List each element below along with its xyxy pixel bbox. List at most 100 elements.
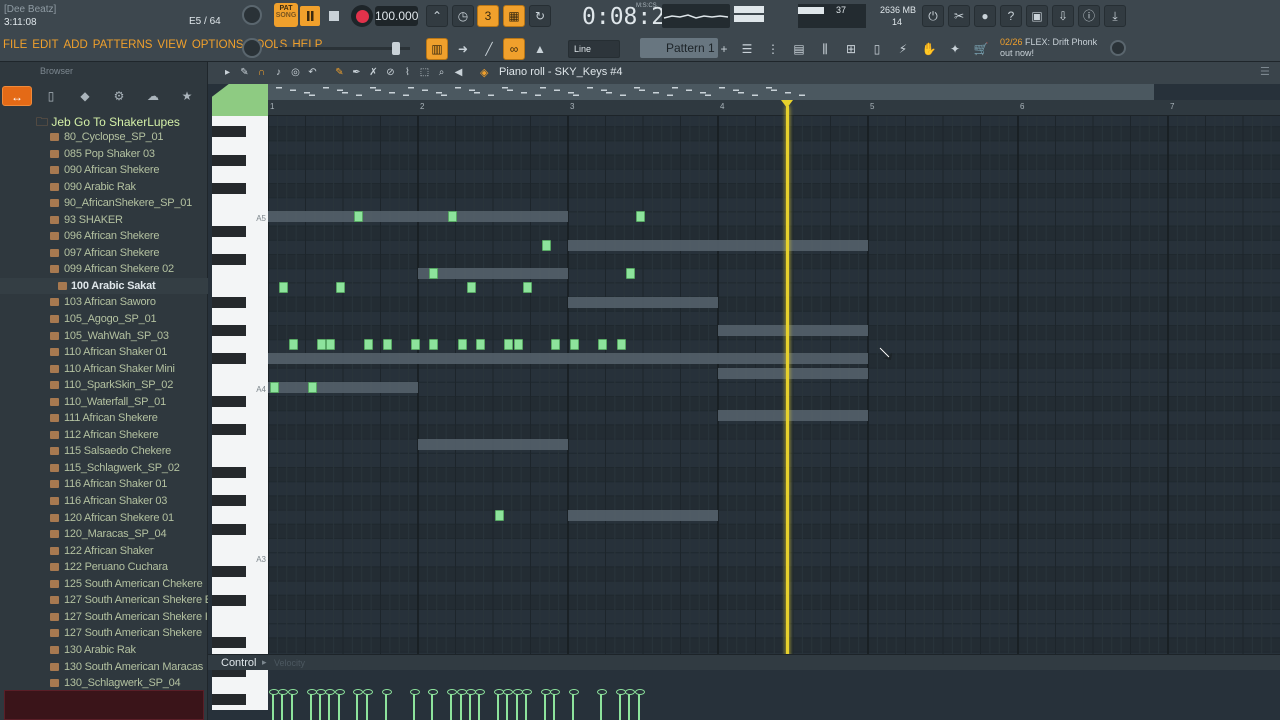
timeline-ruler[interactable]: 1 2 3 4 5 6 7 [268,100,1280,116]
mixer-button[interactable]: ⫼ [814,38,836,60]
touch-controller-button[interactable]: ✋ [918,38,940,60]
black-key[interactable] [212,126,246,138]
velocity-handle[interactable] [503,689,514,720]
browser-file-item[interactable]: 111 African Shekere [0,410,208,427]
record-button[interactable] [351,5,373,27]
velocity-handle[interactable] [278,689,289,720]
export-button[interactable]: ⇩ [1052,5,1074,27]
link-button[interactable]: ∞ [503,38,525,60]
menu-add[interactable]: ADD [64,39,88,51]
note[interactable] [429,268,439,280]
control-label[interactable]: Control [221,657,256,669]
note[interactable] [335,282,345,294]
velocity-handle[interactable] [569,689,579,720]
cut-button[interactable]: ✂ [948,5,970,27]
browser-file-item[interactable]: 116 African Shaker 03 [0,493,208,510]
note[interactable] [279,282,289,294]
note[interactable] [429,339,439,351]
black-key[interactable] [212,353,246,365]
velocity-handle[interactable] [522,689,533,720]
browser-file-item[interactable]: 085 Pop Shaker 03 [0,146,208,163]
velocity-handle[interactable] [334,689,345,720]
wait-input-button[interactable]: ◷ [452,5,474,27]
playlist-button[interactable]: ▥ [426,38,448,60]
zoom-tool-icon[interactable]: ⌕ [434,65,449,80]
plugin-picker-button[interactable]: ▯ [866,38,888,60]
velocity-handle[interactable] [287,689,298,720]
note[interactable] [626,268,636,280]
undo-icon[interactable]: ↶ [305,65,320,80]
browser-file-item[interactable]: 80_Cyclopse_SP_01 [0,129,208,146]
plugin-database-button[interactable]: ⚡ [892,38,914,60]
snap-select[interactable]: Line [568,40,620,58]
black-key[interactable] [212,183,246,194]
note[interactable] [466,282,476,294]
stamp-button[interactable]: ▲ [529,38,551,60]
menu-patterns[interactable]: PATTERNS [93,39,153,51]
microphone-button[interactable]: ● [974,5,996,27]
draw-button[interactable]: ╱ [478,38,500,60]
browser-file-item[interactable]: 097 African Shekere [0,245,208,262]
browser-file-item[interactable]: 90_AfricanShekere_SP_01 [0,195,208,212]
browser-file-item[interactable]: 110_SparkSkin_SP_02 [0,377,208,394]
browser-file-item[interactable]: 099 African Shekere 02 [0,261,208,278]
news-indicator-icon[interactable] [1110,40,1126,56]
black-key[interactable] [212,694,246,706]
menu-arrow-icon[interactable]: ▸ [220,65,235,80]
velocity-handle[interactable] [465,689,476,720]
note[interactable] [541,239,551,251]
browser-file-item[interactable]: 115_Schlagwerk_SP_02 [0,460,208,477]
black-key[interactable] [212,225,246,237]
browser-file-item[interactable]: 127 South American Shekere Intro [0,609,208,626]
browser-file-item[interactable]: 110 African Shaker 01 [0,344,208,361]
browser-file-item[interactable]: 090 African Shekere [0,162,208,179]
macros-button[interactable]: ✦ [944,38,966,60]
master-volume-handle[interactable] [392,42,400,55]
note[interactable] [551,339,561,351]
note[interactable] [363,339,373,351]
browser-file-item[interactable]: 116 African Shaker 01 [0,476,208,493]
note[interactable] [326,339,336,351]
browser-file-item[interactable]: 110_Waterfall_SP_01 [0,394,208,411]
note[interactable] [382,339,392,351]
delete-tool-icon[interactable]: ✗ [366,65,381,80]
black-key[interactable] [212,396,246,407]
browser-file-item[interactable]: 130 Arabic Rak [0,642,208,659]
mute-tool-icon[interactable]: ⊘ [383,65,398,80]
browser-file-item[interactable]: 125 South American Chekere [0,576,208,593]
browser-file-item[interactable]: 115 Salsaedo Chekere [0,443,208,460]
menu-edit[interactable]: EDIT [32,39,58,51]
metronome-button[interactable]: ⌃ [426,5,448,27]
black-key[interactable] [212,594,246,606]
magnet-icon[interactable]: ∩ [254,65,269,80]
velocity-handle[interactable] [306,689,317,720]
tools-wrench-icon[interactable]: ✎ [237,65,252,80]
browser-file-item[interactable]: 100 Arabic Sakat [0,277,208,295]
browser-file-item[interactable]: 105_WahWah_SP_03 [0,328,208,345]
menu-view[interactable]: VIEW [157,39,186,51]
playlist-window-button[interactable]: ☰ [736,38,758,60]
note[interactable] [495,509,504,521]
browser-file-item[interactable]: 112 African Shekere [0,427,208,444]
browser-file-item[interactable]: 096 African Shekere [0,228,208,245]
info-button[interactable]: ⓘ [1078,5,1100,27]
loop-record-button[interactable]: ↻ [529,5,551,27]
note[interactable] [307,381,317,393]
note[interactable] [523,282,533,294]
note[interactable] [513,339,523,351]
velocity-handle[interactable] [428,689,439,720]
note[interactable] [616,339,626,351]
velocity-handle[interactable] [409,689,420,720]
note[interactable] [635,211,645,223]
pattern-select[interactable]: Pattern 1 [640,38,718,58]
note-icon[interactable]: ♪ [271,65,286,80]
velocity-handle[interactable] [512,689,523,720]
menu-file[interactable]: FILE [3,39,27,51]
velocity-lane[interactable] [268,670,1280,720]
velocity-handle[interactable] [615,689,626,720]
piano-keyboard[interactable]: A5 A4 A3 [212,116,268,710]
browser-file-item[interactable]: 110 African Shaker Mini [0,361,208,378]
note-grid[interactable] [268,116,1280,710]
select-tool-icon[interactable]: ⬚ [417,65,432,80]
browser-tab-favorites[interactable]: ★ [172,86,202,106]
